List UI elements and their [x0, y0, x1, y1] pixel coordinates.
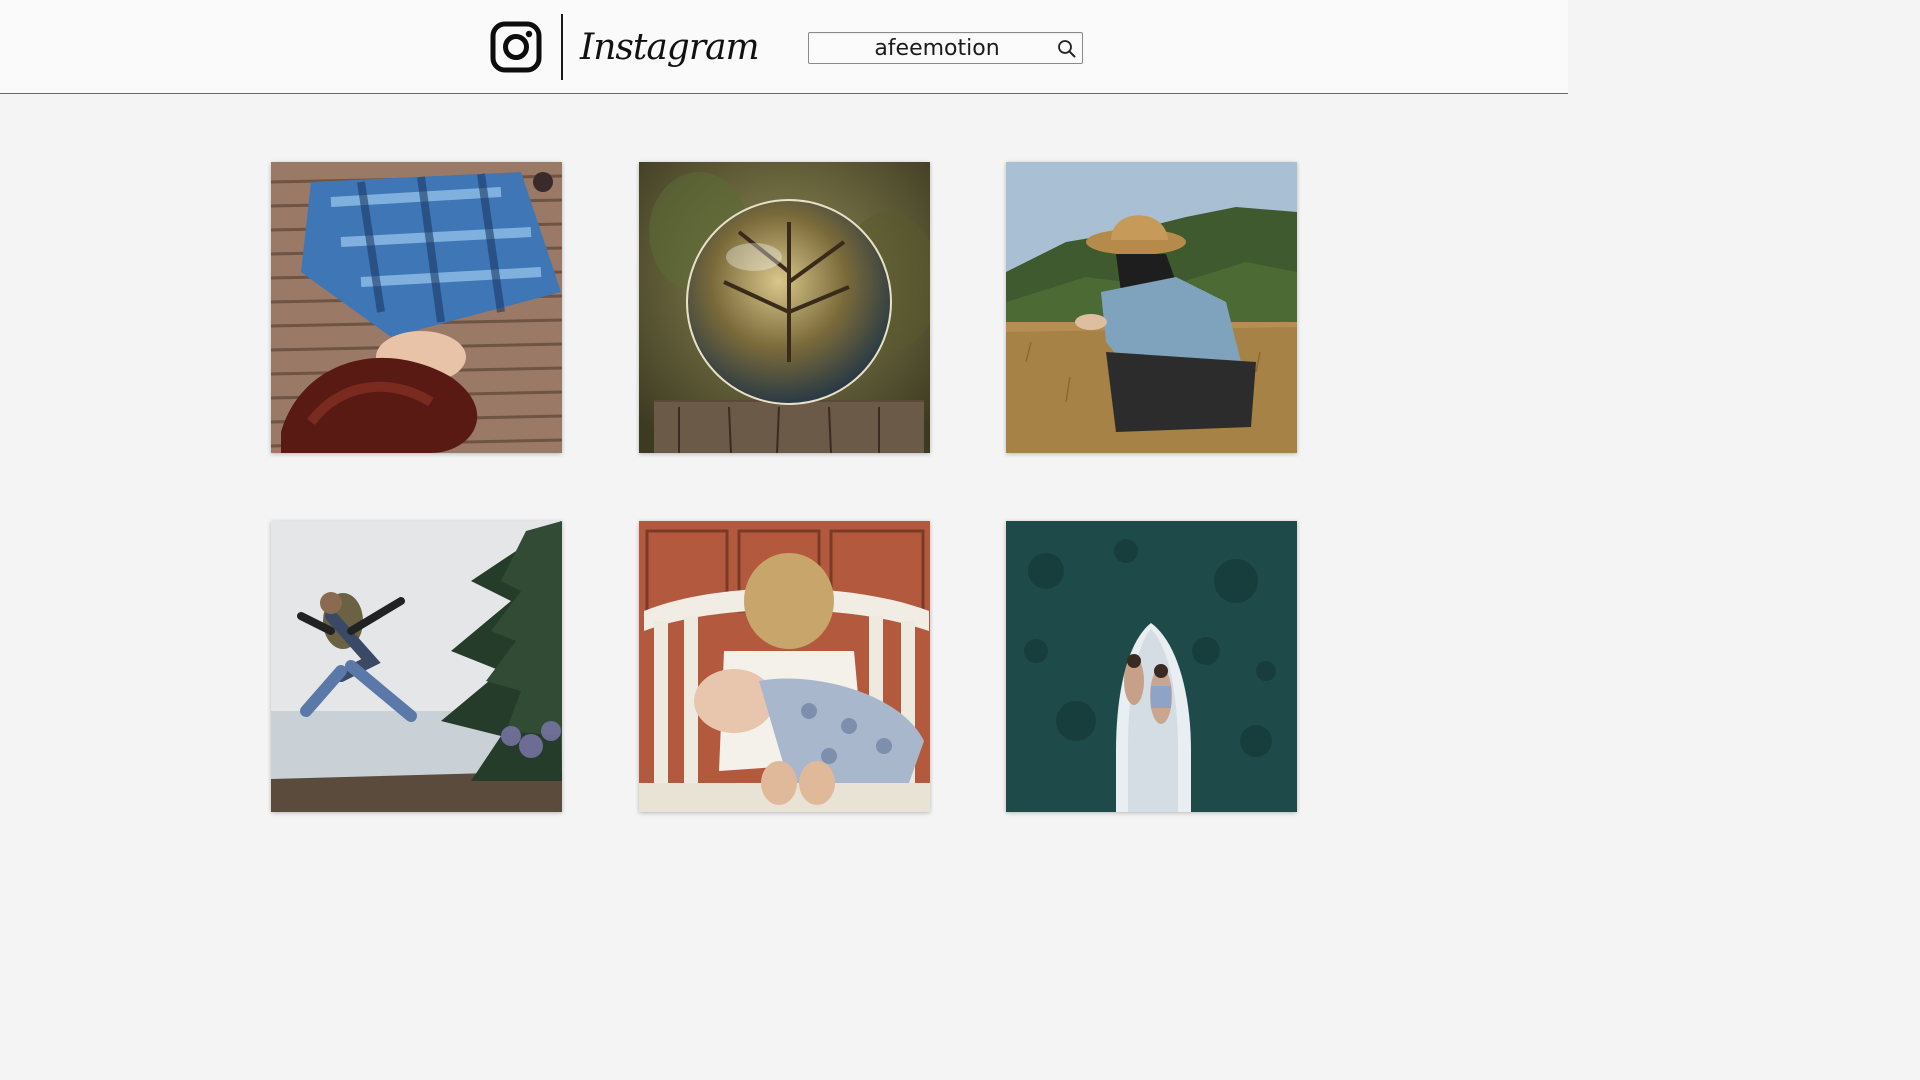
post-thumbnail[interactable] — [1006, 162, 1297, 453]
photo-glass-ball-on-stump-icon — [639, 162, 930, 453]
search-icon[interactable] — [1055, 38, 1077, 60]
search-input[interactable] — [809, 33, 1049, 63]
instagram-wordmark[interactable]: Instagram — [580, 16, 760, 80]
photo-woman-lying-on-deck-icon — [271, 162, 562, 453]
photo-couple-on-boat-aerial-icon — [1006, 521, 1297, 812]
photo-person-jumping-outdoors-icon — [271, 521, 562, 812]
post-thumbnail[interactable] — [1006, 521, 1297, 812]
top-bar: Instagram — [0, 0, 1568, 94]
instagram-camera-icon[interactable] — [490, 21, 542, 73]
logo-divider — [561, 14, 563, 80]
post-thumbnail[interactable] — [639, 162, 930, 453]
photo-child-kissing-baby-icon — [639, 521, 930, 812]
post-thumbnail[interactable] — [271, 521, 562, 812]
search-box[interactable] — [808, 32, 1083, 64]
post-thumbnail[interactable] — [271, 162, 562, 453]
photo-woman-straw-hat-field-icon — [1006, 162, 1297, 453]
post-thumbnail[interactable] — [639, 521, 930, 812]
